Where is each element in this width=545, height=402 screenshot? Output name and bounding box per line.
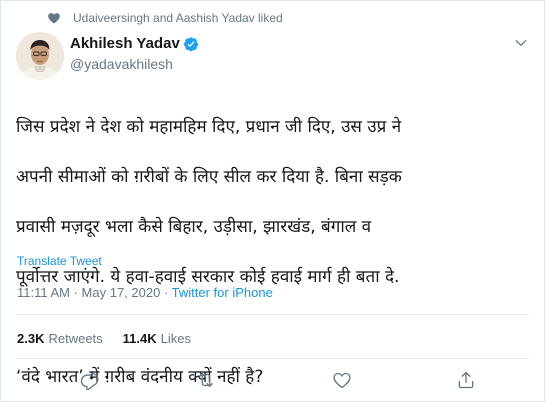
author-display-name[interactable]: Akhilesh Yadav <box>70 35 180 52</box>
avatar-portrait <box>16 32 64 80</box>
author-handle[interactable]: @yadavakhilesh <box>70 56 173 72</box>
tweet-line: जिस प्रदेश ने देश को महामहिम दिए, प्रधान… <box>16 117 402 137</box>
likes-stat[interactable]: 11.4K Likes <box>123 331 191 346</box>
likes-count: 11.4K <box>122 331 157 346</box>
likes-label: Likes <box>160 331 192 346</box>
reply-icon[interactable] <box>79 370 99 390</box>
divider <box>16 314 529 315</box>
retweets-stat[interactable]: 2.3K Retweets <box>17 331 103 346</box>
retweets-label: Retweets <box>48 331 103 346</box>
divider <box>16 358 529 359</box>
social-context[interactable]: Udaiveersingh and Aashish Yadav liked <box>47 11 283 25</box>
avatar[interactable] <box>16 32 64 80</box>
tweet-stats: 2.3K Retweets 11.4K Likes <box>17 331 191 346</box>
translate-tweet-link[interactable]: Translate Tweet <box>17 254 102 268</box>
tweet-actions <box>0 370 545 394</box>
tweet-text: जिस प्रदेश ने देश को महामहिम दिए, प्रधान… <box>16 90 536 402</box>
like-icon[interactable] <box>332 370 352 390</box>
heart-icon <box>48 13 60 24</box>
chevron-down-icon[interactable] <box>514 36 528 50</box>
retweet-icon[interactable] <box>196 370 216 390</box>
share-icon[interactable] <box>456 370 476 390</box>
tweet-source-link[interactable]: Twitter for iPhone <box>172 285 273 300</box>
retweets-count: 2.3K <box>17 331 45 346</box>
verified-badge-icon <box>183 36 198 51</box>
tweet-line: अपनी सीमाओं को ग़रीबों के लिए सील कर दिय… <box>16 167 402 187</box>
author-name-row[interactable]: Akhilesh Yadav <box>70 35 199 52</box>
tweet-timestamp[interactable]: 11:11 AM · May 17, 2020 · <box>17 285 168 300</box>
tweet-line: प्रवासी मज़दूर भला कैसे बिहार, उड़ीसा, झ… <box>16 217 372 237</box>
tweet-meta: 11:11 AM · May 17, 2020 · Twitter for iP… <box>17 285 273 300</box>
social-context-text: Udaiveersingh and Aashish Yadav liked <box>73 11 283 25</box>
